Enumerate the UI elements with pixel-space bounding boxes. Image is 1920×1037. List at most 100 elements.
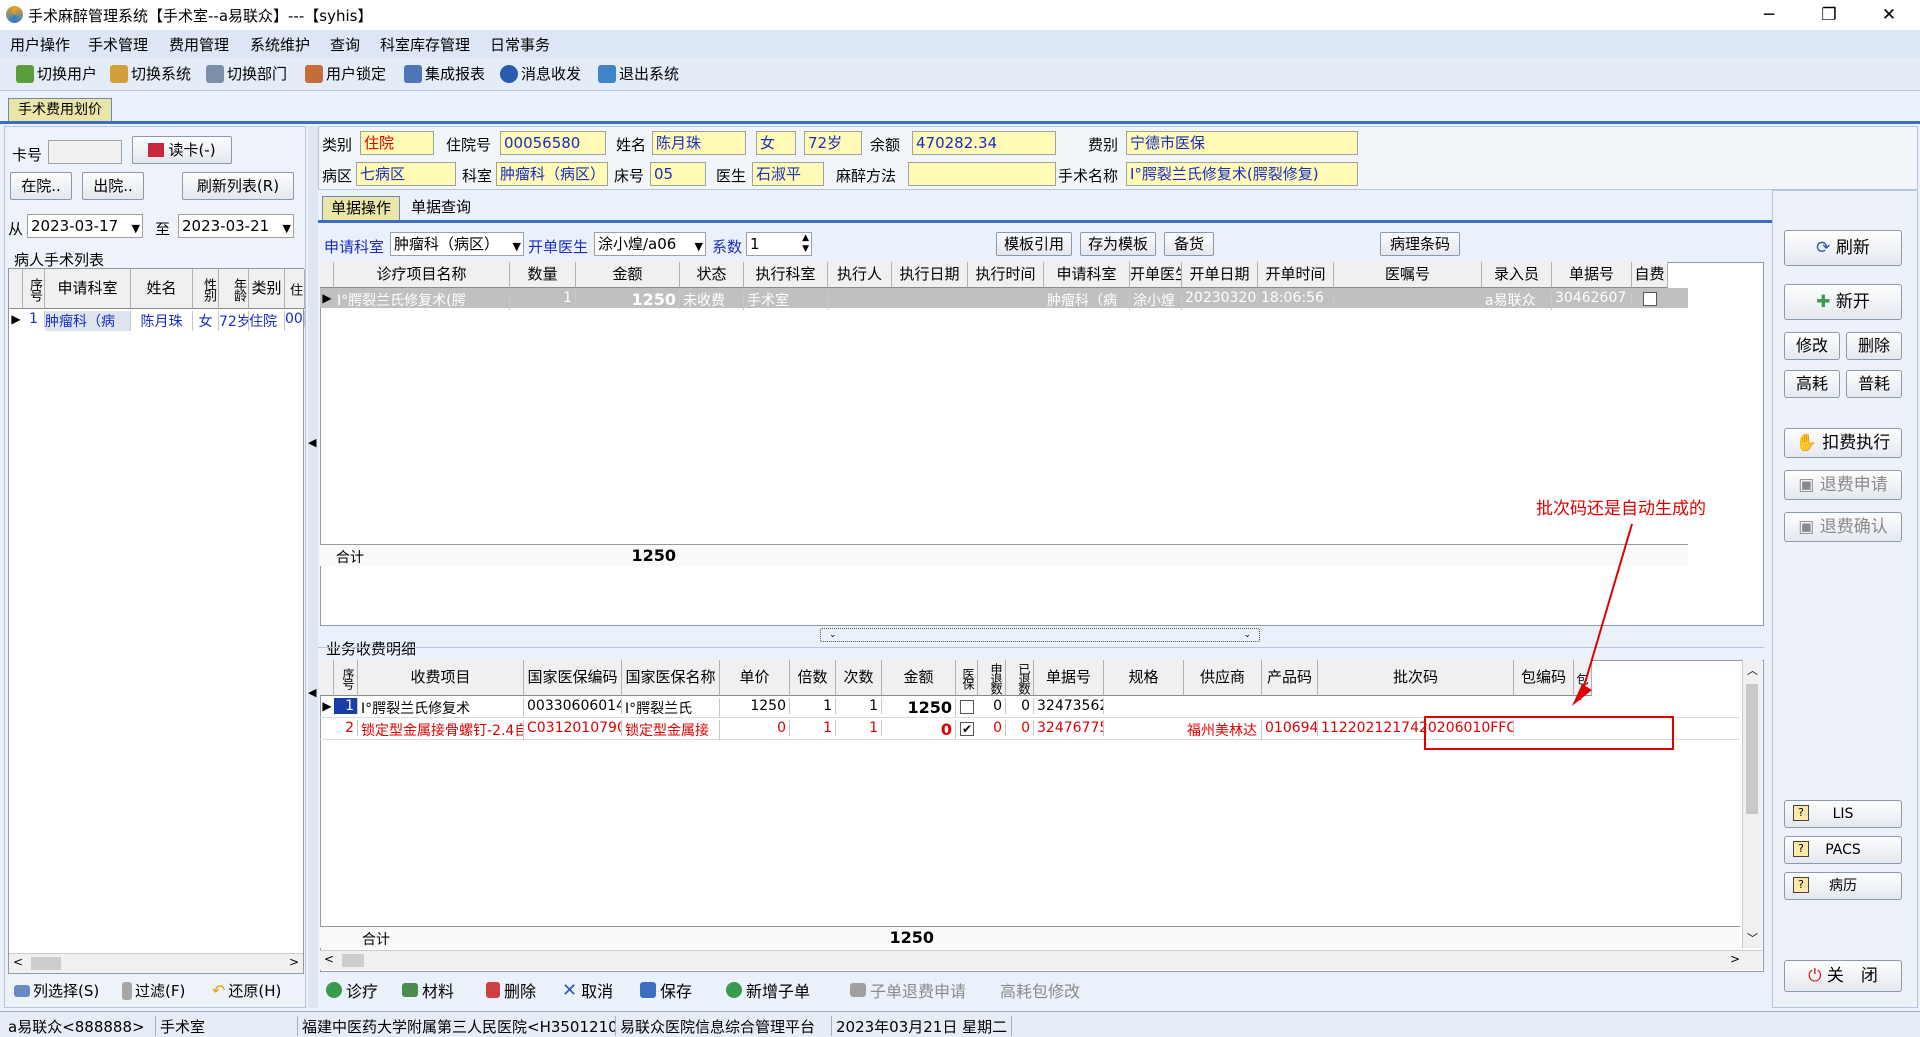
- card-label: 卡号: [12, 146, 43, 164]
- add-sub-bill-button[interactable]: 新增子单: [726, 978, 810, 1002]
- horizontal-scrollbar[interactable]: [320, 950, 1762, 970]
- pacs-button[interactable]: ? PACS: [1784, 836, 1902, 864]
- col-header: 国家医保编码: [524, 660, 622, 696]
- edit-button[interactable]: 修改: [1784, 332, 1840, 360]
- pathology-barcode-button[interactable]: 病理条码: [1380, 232, 1460, 256]
- refresh-list-button[interactable]: 刷新列表(R): [182, 172, 294, 200]
- bed-field: 05: [650, 162, 706, 186]
- in-hospital-button[interactable]: 在院..: [10, 172, 72, 200]
- restore-button[interactable]: ↶ 还原(H): [212, 980, 281, 1001]
- insurance-checkbox[interactable]: ✔: [960, 722, 974, 736]
- from-date-picker[interactable]: 2023-03-17 ▼: [27, 214, 143, 238]
- col-header: 金额: [576, 262, 680, 288]
- type-label: 类别: [322, 136, 353, 154]
- tab-bill-query[interactable]: 单据查询: [402, 196, 480, 221]
- name-label: 姓名: [616, 136, 647, 154]
- template-use-button[interactable]: 模板引用: [996, 232, 1072, 256]
- refund-confirm-button[interactable]: ▣ 退费确认: [1784, 512, 1902, 542]
- material-button[interactable]: 材料: [402, 978, 454, 1002]
- delete-button[interactable]: 删除: [1846, 332, 1902, 360]
- title-bar: 手术麻醉管理系统【手术室--a易联众】---【syhis】 ─ ❐ ✕: [0, 0, 1920, 30]
- high-cost-button[interactable]: 高耗: [1784, 370, 1840, 398]
- total-label: 合计: [362, 932, 390, 948]
- col-header: 批次码: [1318, 660, 1514, 696]
- total-row: [320, 544, 1688, 566]
- lock-user-button[interactable]: 用户锁定: [305, 63, 386, 84]
- self-pay-checkbox[interactable]: [1643, 292, 1657, 306]
- menu-maintenance[interactable]: 系统维护: [250, 34, 310, 55]
- tab-bill-ops[interactable]: 单据操作: [322, 196, 400, 221]
- high-cost-pack-edit-button[interactable]: 高耗包修改: [1000, 978, 1080, 1002]
- insurance-checkbox[interactable]: [960, 700, 974, 714]
- col-header: 次数: [836, 660, 882, 696]
- switch-dept-button[interactable]: 切换部门: [206, 63, 287, 84]
- collapse-left-icon: ◀: [308, 436, 317, 449]
- table-cell: 0: [978, 720, 1006, 736]
- scroll-left-icon: <: [13, 955, 24, 969]
- tab-fee-pricing[interactable]: 手术费用划价: [8, 98, 112, 123]
- lis-button[interactable]: ? LIS: [1784, 800, 1902, 828]
- table-cell: 20230320: [1182, 290, 1258, 306]
- col-header: 单价: [720, 660, 790, 696]
- menu-fees[interactable]: 费用管理: [169, 34, 229, 55]
- exit-system-button[interactable]: 退出系统: [598, 63, 679, 84]
- clinic-button[interactable]: 诊疗: [326, 978, 378, 1002]
- medical-record-button[interactable]: ? 病历: [1784, 872, 1902, 900]
- cancel-button[interactable]: ✕ 取消: [562, 978, 613, 1002]
- menu-surgery[interactable]: 手术管理: [88, 34, 148, 55]
- close-window-button[interactable]: ✕: [1866, 2, 1912, 28]
- window-title: 手术麻醉管理系统【手术室--a易联众】---【syhis】: [28, 7, 373, 25]
- table-cell: C03120107900: [524, 720, 622, 736]
- order-doctor-select[interactable]: 涂小煌/a06 ▼: [594, 232, 706, 256]
- maximize-button[interactable]: ❐: [1806, 2, 1852, 28]
- scroll-thumb[interactable]: [31, 957, 61, 970]
- order-dept-select[interactable]: 肿瘤科（病区） ▼: [390, 232, 524, 256]
- panel-resize-handle[interactable]: ⌄ ⌄: [820, 628, 1260, 642]
- reports-button[interactable]: 集成报表: [404, 63, 485, 84]
- close-button[interactable]: ⏻ 关 闭: [1784, 960, 1902, 992]
- minimize-button[interactable]: ─: [1746, 2, 1792, 28]
- save-template-button[interactable]: 存为模板: [1080, 232, 1156, 256]
- table-row[interactable]: ▶ 1 肿瘤科（病 陈月珠 女 72岁 住院 00: [9, 309, 305, 331]
- messages-button[interactable]: 消息收发: [500, 63, 581, 84]
- delete-item-button[interactable]: 删除: [486, 978, 536, 1002]
- order-doctor-label: 开单医生: [528, 238, 589, 256]
- table-cell: 手术室: [744, 290, 828, 310]
- scroll-right-icon: >: [1730, 952, 1741, 966]
- table-cell: 0: [882, 720, 956, 739]
- save-button[interactable]: 保存: [640, 978, 692, 1002]
- table-cell: 0: [978, 698, 1006, 714]
- new-bill-button[interactable]: ✚ 新开: [1784, 284, 1902, 320]
- column-select-button[interactable]: 列选择(S): [14, 980, 99, 1001]
- refresh-button[interactable]: ⟳ 刷新: [1784, 230, 1902, 266]
- sub-bill-refund-button[interactable]: 子单退费申请: [850, 978, 966, 1002]
- to-date-picker[interactable]: 2023-03-21 ▼: [178, 214, 294, 238]
- switch-system-button[interactable]: 切换系统: [110, 63, 191, 84]
- stock-prep-button[interactable]: 备货: [1164, 232, 1214, 256]
- coefficient-stepper[interactable]: 1 ▲ ▼: [746, 232, 812, 256]
- menu-daily[interactable]: 日常事务: [490, 34, 550, 55]
- scroll-thumb[interactable]: [342, 954, 364, 967]
- refund-request-button[interactable]: ▣ 退费申请: [1784, 470, 1902, 500]
- card-input[interactable]: [48, 140, 122, 164]
- status-date: 2023年03月21日 星期二: [832, 1016, 1012, 1036]
- refund-icon: ▣: [1798, 475, 1820, 495]
- charge-execute-button[interactable]: ✋ 扣费执行: [1784, 428, 1902, 458]
- card-reader-icon: [148, 143, 165, 157]
- menu-query[interactable]: 查询: [330, 34, 360, 55]
- col-header: 开单时间: [1258, 262, 1334, 288]
- menu-inventory[interactable]: 科室库存管理: [380, 34, 470, 55]
- row-pointer-icon: ▶: [322, 699, 332, 713]
- horizontal-scrollbar[interactable]: < >: [9, 953, 303, 973]
- col-header: 医保: [956, 660, 978, 696]
- scroll-thumb[interactable]: [1746, 684, 1758, 814]
- filter-button[interactable]: 过滤(F): [122, 980, 185, 1001]
- table-cell: 1: [334, 698, 358, 714]
- table-cell: 1: [790, 720, 836, 736]
- read-card-button[interactable]: 读卡(-): [132, 136, 232, 164]
- normal-cost-button[interactable]: 普耗: [1846, 370, 1902, 398]
- discharged-button[interactable]: 出院..: [82, 172, 144, 200]
- splitter[interactable]: ◀ ◀: [308, 126, 318, 1008]
- switch-user-button[interactable]: 切换用户: [16, 63, 97, 84]
- menu-user-ops[interactable]: 用户操作: [10, 34, 70, 55]
